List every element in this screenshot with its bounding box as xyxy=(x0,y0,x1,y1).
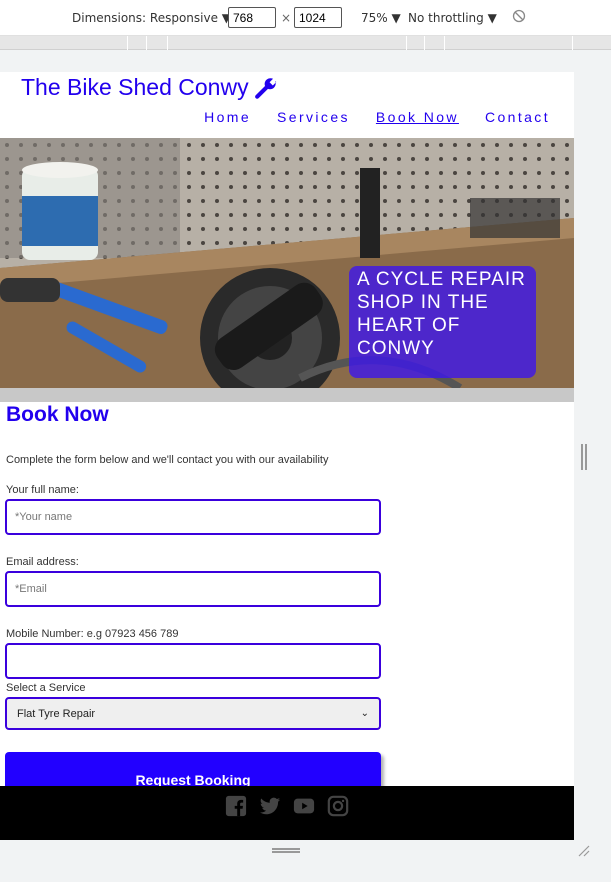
service-selected: Flat Tyre Repair xyxy=(17,707,96,720)
page-title: Book Now xyxy=(6,403,109,426)
wrench-icon xyxy=(254,77,276,99)
nav-services[interactable]: Services xyxy=(277,109,350,125)
emulated-viewport: The Bike Shed Conwy Home Services Book N… xyxy=(0,72,574,840)
youtube-icon[interactable] xyxy=(293,795,315,817)
nav-home[interactable]: Home xyxy=(204,109,251,125)
resize-handle-right[interactable] xyxy=(581,444,587,470)
resize-handle-bottom[interactable] xyxy=(272,848,300,853)
logo-text: The Bike Shed Conwy xyxy=(21,74,249,100)
site-footer xyxy=(0,786,574,840)
name-input[interactable] xyxy=(5,499,381,535)
mobile-label: Mobile Number: e.g 07923 456 789 xyxy=(6,628,179,640)
media-query-ruler[interactable] xyxy=(0,36,611,50)
chevron-down-icon: ⌄ xyxy=(360,708,369,719)
nav-contact[interactable]: Contact xyxy=(485,109,550,125)
resize-corner-icon[interactable] xyxy=(578,845,590,857)
height-input[interactable] xyxy=(294,7,342,28)
service-select[interactable]: Flat Tyre Repair ⌄ xyxy=(5,697,381,730)
name-label: Your full name: xyxy=(6,484,79,496)
rotate-disabled-icon[interactable] xyxy=(512,9,526,23)
nav-book-now[interactable]: Book Now xyxy=(376,109,459,125)
site-logo[interactable]: The Bike Shed Conwy xyxy=(21,74,279,101)
zoom-dropdown[interactable]: 75% ▼ xyxy=(361,11,401,25)
hero-caption: A CYCLE REPAIR SHOP IN THE HEART OF CONW… xyxy=(349,266,536,378)
facebook-icon[interactable] xyxy=(225,795,247,817)
dimension-separator: × xyxy=(281,11,292,25)
hero-image: A CYCLE REPAIR SHOP IN THE HEART OF CONW… xyxy=(0,138,574,402)
email-label: Email address: xyxy=(6,556,79,568)
width-input[interactable] xyxy=(228,7,276,28)
service-label: Select a Service xyxy=(6,682,86,694)
devtools-device-toolbar: Dimensions: Responsive ▼ × 75% ▼ No thro… xyxy=(0,0,611,36)
form-intro: Complete the form below and we'll contac… xyxy=(6,454,329,466)
mobile-input[interactable] xyxy=(5,643,381,679)
instagram-icon[interactable] xyxy=(327,795,349,817)
email-input[interactable] xyxy=(5,571,381,607)
throttling-dropdown[interactable]: No throttling ▼ xyxy=(408,11,497,25)
twitter-icon[interactable] xyxy=(259,795,281,817)
main-nav: Home Services Book Now Contact xyxy=(204,109,550,125)
dimensions-dropdown[interactable]: Dimensions: Responsive ▼ xyxy=(72,11,231,25)
